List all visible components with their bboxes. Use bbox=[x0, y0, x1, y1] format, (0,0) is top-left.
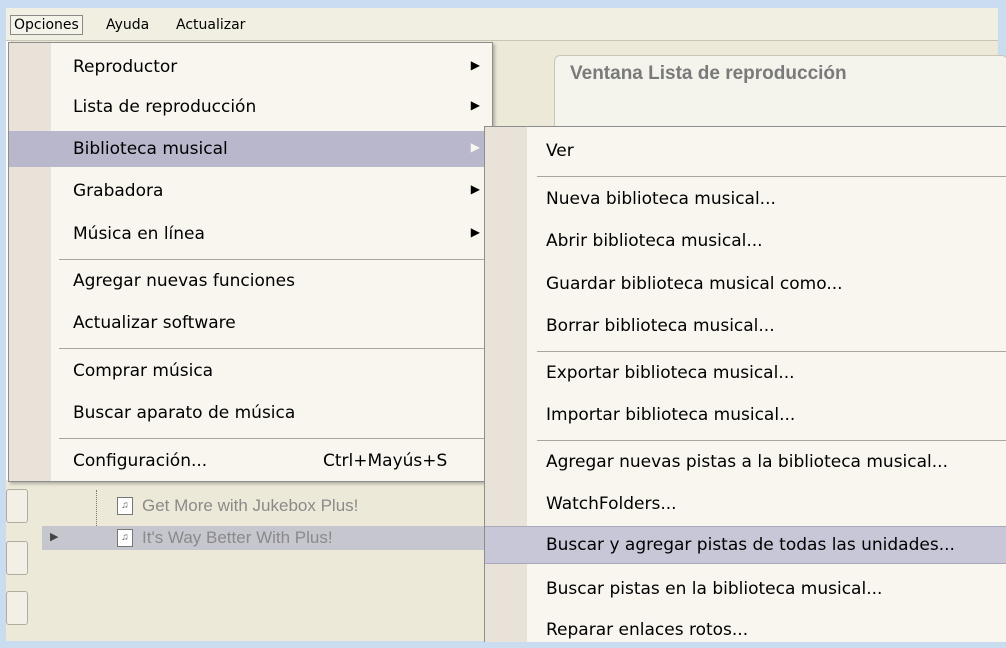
menu-item-label: Grabadora bbox=[73, 181, 164, 201]
menu-item-musica-en-linea[interactable]: Música en línea ▶ bbox=[9, 216, 492, 252]
menu-actualizar[interactable]: Actualizar bbox=[176, 17, 245, 33]
menu-item-label: Buscar pistas en la biblioteca musical..… bbox=[546, 579, 883, 599]
submenu-arrow-icon: ▶ bbox=[470, 182, 480, 196]
submenu-arrow-icon: ▶ bbox=[470, 140, 480, 154]
menu-separator bbox=[537, 351, 1006, 352]
menu-item-lista-reproduccion[interactable]: Lista de reproducción ▶ bbox=[9, 89, 492, 125]
submenu-arrow-icon: ▶ bbox=[470, 58, 480, 72]
menu-item-agregar-funciones[interactable]: Agregar nuevas funciones bbox=[9, 263, 492, 299]
tree-item-label: It's Way Better With Plus! bbox=[142, 528, 333, 547]
menu-item-label: Exportar biblioteca musical... bbox=[546, 363, 795, 383]
side-button-3[interactable] bbox=[6, 591, 28, 625]
menu-opciones[interactable]: Opciones bbox=[10, 15, 83, 35]
menu-separator bbox=[537, 440, 1006, 441]
menu-item-biblioteca-musical[interactable]: Biblioteca musical ▶ bbox=[9, 131, 492, 167]
menu-item-label: WatchFolders... bbox=[546, 494, 677, 514]
menu-separator bbox=[537, 176, 1006, 177]
menu-item-label: Nueva biblioteca musical... bbox=[546, 189, 776, 209]
menu-item-configuracion[interactable]: Configuración... Ctrl+Mayús+S bbox=[9, 443, 492, 479]
side-button-1[interactable] bbox=[6, 489, 28, 523]
playlist-window-title: Ventana Lista de reproducción bbox=[570, 63, 847, 84]
submenu-item-abrir[interactable]: Abrir biblioteca musical... bbox=[485, 223, 1006, 259]
menu-item-label: Buscar aparato de música bbox=[73, 403, 296, 423]
menu-bar: Opciones Ayuda Actualizar bbox=[6, 8, 998, 41]
submenu-item-borrar[interactable]: Borrar biblioteca musical... bbox=[485, 308, 1006, 344]
menu-item-reproductor[interactable]: Reproductor ▶ bbox=[9, 49, 492, 85]
menu-separator bbox=[59, 348, 488, 349]
tree-item-get-more[interactable]: ♫ Get More with Jukebox Plus! bbox=[42, 494, 484, 518]
tree-item-way-better[interactable]: ▶ ♫ It's Way Better With Plus! bbox=[42, 526, 484, 550]
menu-item-label: Buscar y agregar pistas de todas las uni… bbox=[546, 535, 955, 555]
menu-separator bbox=[59, 259, 488, 260]
menu-item-grabadora[interactable]: Grabadora ▶ bbox=[9, 173, 492, 209]
menu-item-label: Actualizar software bbox=[73, 313, 236, 333]
menu-item-label: Ver bbox=[546, 141, 574, 161]
submenu-item-ver[interactable]: Ver bbox=[485, 133, 1006, 169]
menu-item-label: Reproductor bbox=[73, 57, 178, 77]
menu-item-label: Guardar biblioteca musical como... bbox=[546, 274, 843, 294]
menu-item-label: Comprar música bbox=[73, 361, 214, 381]
submenu-item-buscar-pistas[interactable]: Buscar pistas en la biblioteca musical..… bbox=[485, 571, 1006, 607]
menu-item-shortcut: Ctrl+Mayús+S bbox=[323, 451, 448, 471]
tree-item-label: Get More with Jukebox Plus! bbox=[142, 496, 359, 515]
submenu-item-exportar[interactable]: Exportar biblioteca musical... bbox=[485, 355, 1006, 391]
submenu-item-guardar[interactable]: Guardar biblioteca musical como... bbox=[485, 266, 1006, 302]
menu-item-comprar-musica[interactable]: Comprar música bbox=[9, 353, 492, 389]
menu-item-label: Agregar nuevas funciones bbox=[73, 271, 295, 291]
menu-item-label: Abrir biblioteca musical... bbox=[546, 231, 763, 251]
menu-item-label: Lista de reproducción bbox=[73, 97, 257, 117]
menu-item-buscar-aparato[interactable]: Buscar aparato de música bbox=[9, 395, 492, 431]
menu-item-actualizar-software[interactable]: Actualizar software bbox=[9, 305, 492, 341]
menu-separator bbox=[59, 438, 488, 439]
menu-item-label: Borrar biblioteca musical... bbox=[546, 316, 775, 336]
menu-item-label: Biblioteca musical bbox=[73, 139, 228, 159]
submenu-item-watchfolders[interactable]: WatchFolders... bbox=[485, 486, 1006, 522]
submenu-arrow-icon: ▶ bbox=[470, 225, 480, 239]
music-file-icon: ♫ bbox=[117, 529, 133, 547]
submenu-item-reparar[interactable]: Reparar enlaces rotos... bbox=[485, 612, 1006, 648]
menu-item-label: Música en línea bbox=[73, 224, 205, 244]
menu-item-label: Reparar enlaces rotos... bbox=[546, 620, 749, 640]
submenu-item-importar[interactable]: Importar biblioteca musical... bbox=[485, 397, 1006, 433]
menu-item-label: Importar biblioteca musical... bbox=[546, 405, 796, 425]
submenu-arrow-icon: ▶ bbox=[470, 98, 480, 112]
window-frame-top bbox=[0, 0, 1006, 8]
menu-ayuda[interactable]: Ayuda bbox=[106, 17, 149, 33]
music-file-icon: ♫ bbox=[117, 497, 133, 515]
submenu-item-buscar-agregar[interactable]: Buscar y agregar pistas de todas las uni… bbox=[485, 526, 1006, 564]
menu-item-label: Configuración... bbox=[73, 451, 208, 471]
submenu-item-agregar-pistas[interactable]: Agregar nuevas pistas a la biblioteca mu… bbox=[485, 444, 1006, 480]
library-submenu: Ver Nueva biblioteca musical... Abrir bi… bbox=[484, 126, 1006, 642]
submenu-item-nueva[interactable]: Nueva biblioteca musical... bbox=[485, 181, 1006, 217]
expand-triangle-icon[interactable]: ▶ bbox=[50, 530, 58, 543]
menu-item-label: Agregar nuevas pistas a la biblioteca mu… bbox=[546, 452, 948, 472]
options-menu: Reproductor ▶ Lista de reproducción ▶ Bi… bbox=[8, 42, 493, 482]
side-button-2[interactable] bbox=[6, 541, 28, 575]
